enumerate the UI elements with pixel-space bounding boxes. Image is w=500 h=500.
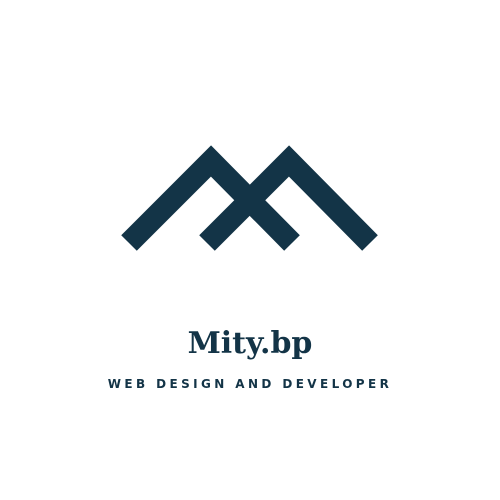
mountain-m-logo-icon: [121, 145, 378, 251]
logo-mark-shapes: [121, 145, 378, 251]
brand-tagline: WEB DESIGN AND DEVELOPER: [107, 377, 393, 391]
brand-name: Mity.bp: [187, 326, 313, 361]
